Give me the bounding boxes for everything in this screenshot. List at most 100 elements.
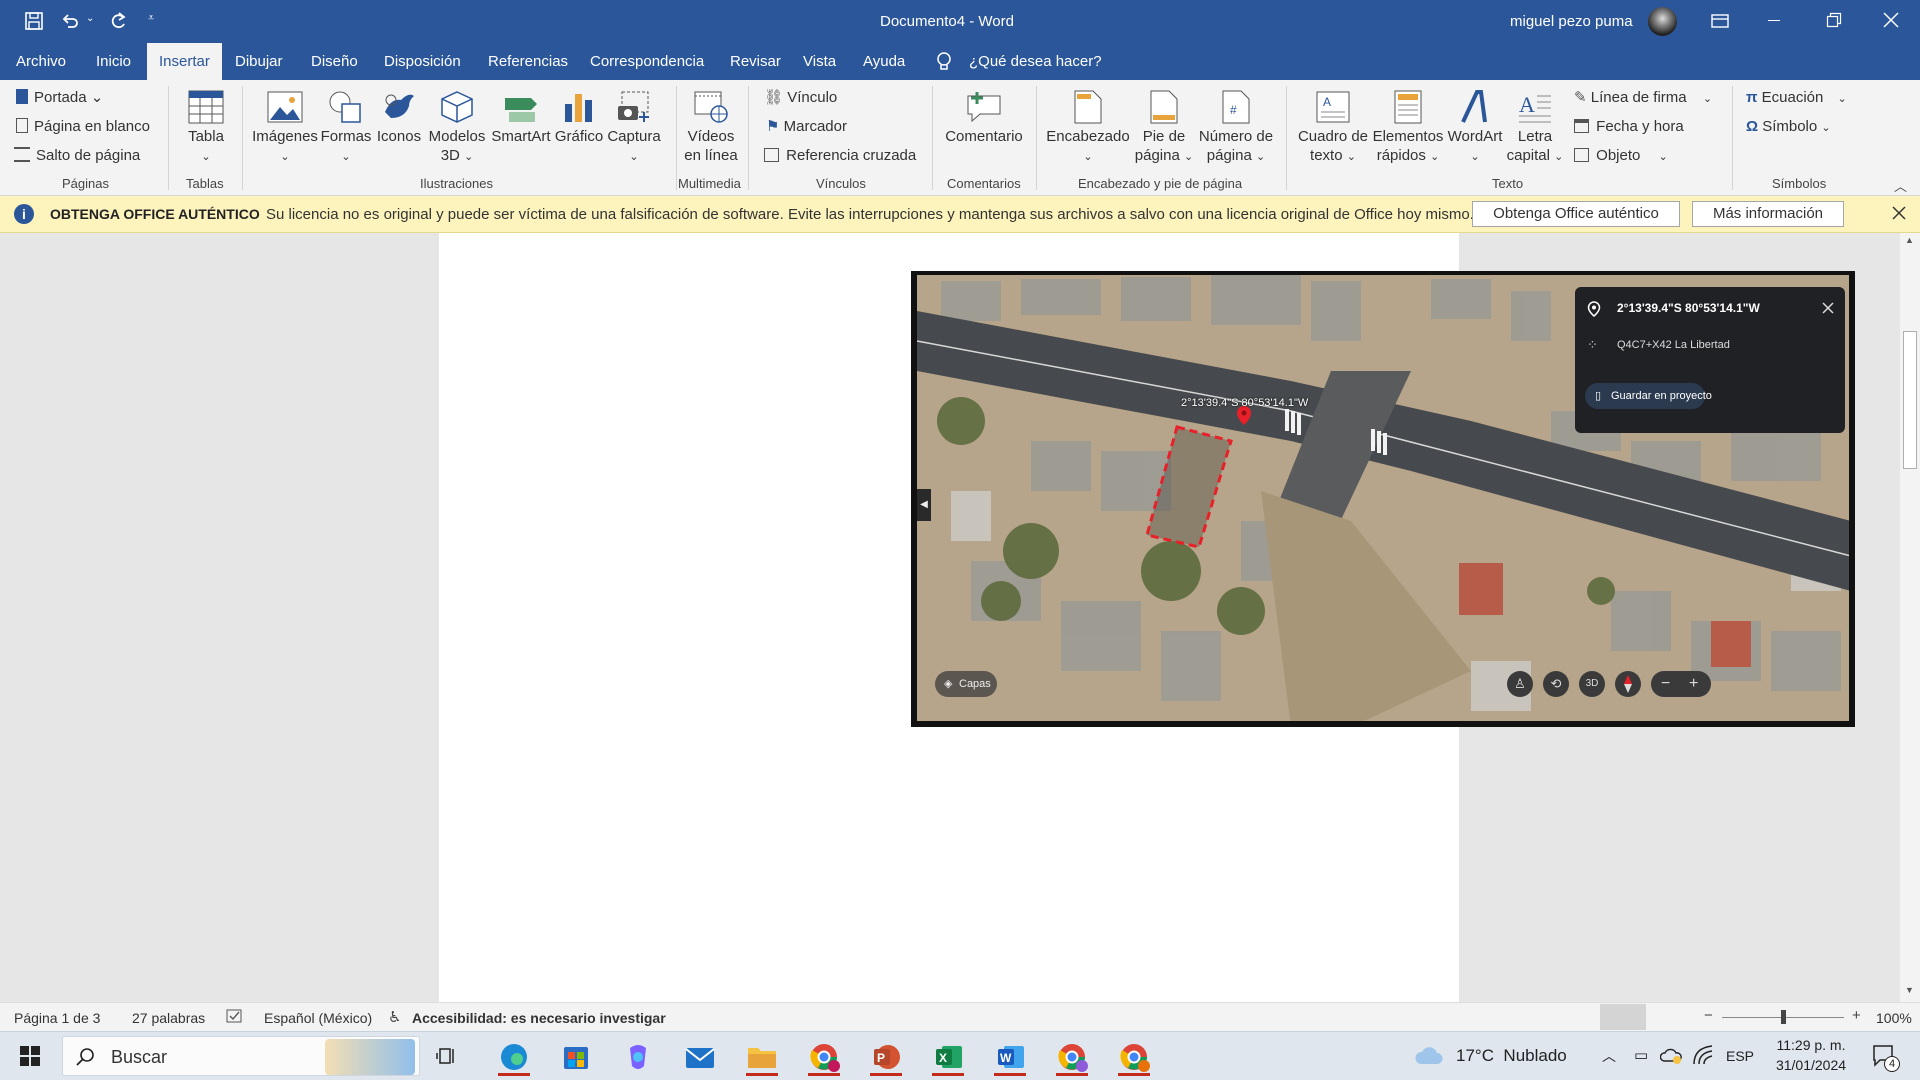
- rotate-icon[interactable]: ⟲: [1543, 671, 1569, 697]
- scrollbar-thumb[interactable]: [1903, 331, 1917, 469]
- zoom-slider[interactable]: [1722, 1008, 1844, 1026]
- smartart-button[interactable]: SmartArt: [490, 90, 552, 146]
- focus-mode-button[interactable]: [1600, 1004, 1646, 1030]
- plus-code[interactable]: Q4C7+X42 La Libertad: [1617, 339, 1730, 351]
- user-name[interactable]: miguel pezo puma: [1510, 0, 1633, 43]
- compass-icon[interactable]: [1615, 671, 1641, 697]
- word-count[interactable]: 27 palabras: [132, 1010, 205, 1026]
- blank-page-button[interactable]: Página en blanco: [16, 117, 150, 137]
- images-button[interactable]: Imágenes ⌄: [252, 90, 318, 167]
- taskbar-search-box[interactable]: Buscar: [62, 1036, 420, 1076]
- tab-disposicion[interactable]: Disposición: [372, 43, 473, 80]
- wordart-button[interactable]: WordArt ⌄: [1446, 90, 1504, 167]
- lightbulb-icon[interactable]: [935, 51, 953, 73]
- chrome-profile-icon[interactable]: [1052, 1038, 1092, 1076]
- mail-icon[interactable]: [680, 1038, 720, 1076]
- tab-correspondencia[interactable]: Correspondencia: [578, 43, 716, 80]
- tab-diseno[interactable]: Diseño: [299, 43, 370, 80]
- ribbon-display-options-icon[interactable]: [1710, 11, 1730, 31]
- close-icon[interactable]: [1892, 206, 1906, 220]
- footer-button[interactable]: Pie de página ⌄: [1134, 90, 1194, 167]
- tab-referencias[interactable]: Referencias: [476, 43, 580, 80]
- task-view-icon[interactable]: [436, 1045, 458, 1067]
- screenshot-button[interactable]: Captura ⌄: [606, 90, 662, 167]
- close-icon[interactable]: [1821, 301, 1835, 315]
- weather-text[interactable]: 17°C Nublado: [1456, 1046, 1567, 1066]
- avatar[interactable]: [1648, 7, 1677, 36]
- shapes-button[interactable]: Formas ⌄: [320, 90, 372, 167]
- location-coordinates[interactable]: 2°13'39.4"S 80°53'14.1"W: [1617, 301, 1760, 315]
- comment-button[interactable]: Comentario: [940, 90, 1028, 146]
- device-icon[interactable]: ▭: [1634, 1046, 1648, 1064]
- chart-button[interactable]: Gráfico: [554, 90, 604, 146]
- edge-icon[interactable]: [494, 1038, 534, 1076]
- collapse-panel-button[interactable]: ◀: [917, 489, 931, 521]
- vertical-scrollbar[interactable]: ▲ ▼: [1900, 233, 1920, 1002]
- table-button[interactable]: Tabla ⌄: [182, 90, 230, 167]
- zoom-level[interactable]: 100%: [1876, 1010, 1912, 1026]
- page-number-button[interactable]: # Número de página ⌄: [1194, 90, 1278, 167]
- file-explorer-icon[interactable]: [742, 1038, 782, 1076]
- chevron-up-icon[interactable]: ︿: [1602, 1046, 1616, 1066]
- wifi-icon[interactable]: [1692, 1044, 1714, 1066]
- scroll-up-arrow-icon[interactable]: ▲: [1905, 235, 1914, 245]
- icons-button[interactable]: Iconos: [376, 90, 422, 146]
- zoom-in-button[interactable]: +: [1852, 1007, 1861, 1024]
- save-to-project-button[interactable]: ▯ Guardar en proyecto: [1585, 383, 1712, 409]
- layers-button[interactable]: ◈ Capas: [935, 671, 997, 697]
- bookmark-button[interactable]: ⚑ Marcador: [766, 117, 847, 137]
- map-screenshot-image[interactable]: 2°13'39.4"S 80°53'14.1"W ◀ 2°13'39.4"S 8…: [911, 271, 1855, 727]
- pegman-icon[interactable]: ♙: [1507, 671, 1533, 697]
- equation-button[interactable]: π Ecuación ⌄: [1746, 88, 1847, 109]
- save-icon[interactable]: [24, 11, 44, 31]
- tab-inicio[interactable]: Inicio: [84, 43, 143, 80]
- input-language[interactable]: ESP: [1726, 1048, 1754, 1064]
- get-genuine-office-button[interactable]: Obtenga Office auténtico: [1472, 201, 1680, 227]
- restore-icon[interactable]: [1826, 12, 1842, 28]
- accessibility-status[interactable]: Accesibilidad: es necesario investigar: [412, 1010, 666, 1026]
- onedrive-icon[interactable]: [1659, 1044, 1684, 1066]
- symbol-button[interactable]: Ω Símbolo ⌄: [1746, 117, 1831, 138]
- chrome-profile-icon[interactable]: [1114, 1038, 1154, 1076]
- zoom-out-button[interactable]: −: [1704, 1007, 1713, 1024]
- document-language[interactable]: Español (México): [264, 1010, 372, 1026]
- drop-cap-button[interactable]: A Letra capital ⌄: [1506, 90, 1564, 167]
- date-time-button[interactable]: Fecha y hora: [1574, 117, 1684, 137]
- online-videos-button[interactable]: Vídeos en línea: [684, 90, 738, 165]
- object-button[interactable]: Objeto ⌄: [1574, 146, 1668, 167]
- scroll-down-arrow-icon[interactable]: ▼: [1905, 985, 1914, 995]
- tab-insertar[interactable]: Insertar: [147, 43, 222, 80]
- proofing-icon[interactable]: [226, 1009, 244, 1025]
- clock-date[interactable]: 31/01/2024: [1770, 1057, 1852, 1073]
- copilot-icon[interactable]: [618, 1038, 658, 1076]
- excel-icon[interactable]: X: [928, 1038, 968, 1076]
- header-button[interactable]: Encabezado ⌄: [1044, 90, 1132, 167]
- 3d-toggle-button[interactable]: 3D: [1579, 671, 1605, 697]
- cloud-weather-icon[interactable]: [1414, 1044, 1444, 1066]
- zoom-in-icon[interactable]: +: [1689, 671, 1698, 697]
- minimize-icon[interactable]: [1768, 20, 1780, 21]
- signature-line-button[interactable]: ✎ Línea de firma ⌄: [1574, 88, 1712, 109]
- more-info-button[interactable]: Más información: [1692, 201, 1844, 227]
- windows-start-icon[interactable]: [20, 1046, 40, 1066]
- page-count[interactable]: Página 1 de 3: [14, 1010, 100, 1026]
- tell-me-search[interactable]: ¿Qué desea hacer?: [957, 43, 1114, 80]
- quick-parts-button[interactable]: Elementos rápidos ⌄: [1370, 90, 1446, 167]
- microsoft-store-icon[interactable]: [556, 1038, 596, 1076]
- tab-vista[interactable]: Vista: [791, 43, 848, 80]
- document-page[interactable]: 2°13'39.4"S 80°53'14.1"W ◀ 2°13'39.4"S 8…: [439, 233, 1855, 1002]
- page-break-button[interactable]: Salto de página: [14, 146, 140, 166]
- clock-time[interactable]: 11:29 p. m.: [1770, 1037, 1852, 1053]
- portada-button[interactable]: Portada ⌄: [16, 88, 103, 108]
- word-icon[interactable]: W: [990, 1038, 1030, 1076]
- tab-ayuda[interactable]: Ayuda: [851, 43, 917, 80]
- undo-dropdown-icon[interactable]: ⌄: [86, 13, 94, 24]
- undo-icon[interactable]: [60, 11, 80, 31]
- tab-revisar[interactable]: Revisar: [718, 43, 793, 80]
- link-button[interactable]: ⛓ Vínculo: [764, 88, 837, 108]
- tab-dibujar[interactable]: Dibujar: [223, 43, 295, 80]
- accessibility-icon[interactable]: ♿: [388, 1008, 401, 1026]
- zoom-out-icon[interactable]: −: [1661, 671, 1670, 697]
- text-box-button[interactable]: A Cuadro de texto ⌄: [1294, 90, 1372, 167]
- collapse-ribbon-icon[interactable]: ︿: [1894, 176, 1907, 195]
